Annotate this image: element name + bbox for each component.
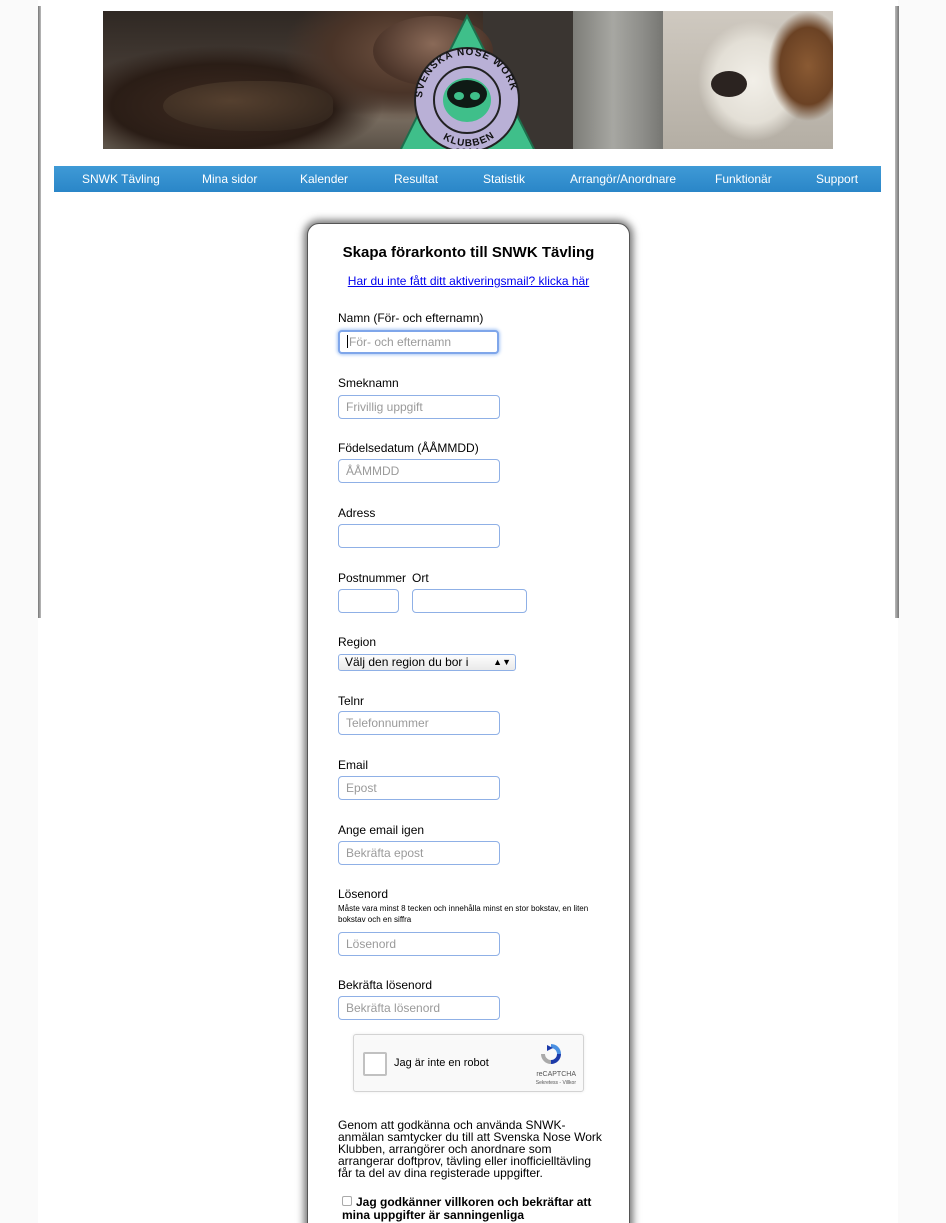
password-hint: Måste vara minst 8 tecken och innehålla … [338,904,589,924]
email-placeholder: Epost [346,781,377,795]
password2-input[interactable]: Bekräfta lösenord [338,996,500,1020]
nav-item-snwk-tavling[interactable]: SNWK Tävling [82,166,160,192]
password-placeholder: Lösenord [346,937,397,951]
recaptcha-brand: reCAPTCHA [536,1071,576,1078]
birth-label: Födelsedatum (ÅÅMMDD) [338,441,479,455]
nick-placeholder: Frivillig uppgift [346,400,423,414]
logo-year: 2014 [455,147,480,149]
password2-placeholder: Bekräfta lösenord [346,1001,441,1015]
select-arrows-icon: ▲▼ [493,657,511,667]
nav-item-kalender[interactable]: Kalender [300,166,348,192]
banner-wood-post [573,11,673,149]
wrapper-border-right [895,6,899,618]
name-label: Namn (För- och efternamn) [338,311,484,325]
phone-label: Telnr [338,694,365,708]
region-select[interactable]: Välj den region du bor i ▲▼ [338,654,516,671]
agree-checkbox[interactable] [342,1196,352,1206]
header-banner: SVENSKA NOSE WORK KLUBBEN 2014 [103,11,833,149]
nick-label: Smeknamn [338,376,399,390]
email-label: Email [338,758,369,772]
region-selected: Välj den region du bor i [345,655,469,669]
text-caret [347,335,348,348]
nav-item-support[interactable]: Support [816,166,858,192]
nav-item-statistik[interactable]: Statistik [483,166,525,192]
banner-dog-nose-right [711,71,747,97]
name-placeholder: För- och efternamn [349,335,452,349]
email2-label: Ange email igen [338,823,425,837]
address-input[interactable] [338,524,500,548]
nick-input[interactable]: Frivillig uppgift [338,395,500,419]
email-input[interactable]: Epost [338,776,500,800]
email2-input[interactable]: Bekräfta epost [338,841,500,865]
left-gutter [0,0,38,1223]
email2-placeholder: Bekräfta epost [346,846,424,860]
agree-label: Jag godkänner villkoren och bekräftar at… [342,1195,592,1222]
nav-item-mina-sidor[interactable]: Mina sidor [202,166,257,192]
password2-label: Bekräfta lösenord [338,978,433,992]
snwk-logo: SVENSKA NOSE WORK KLUBBEN 2014 [399,14,536,149]
form-title: Skapa förarkonto till SNWK Tävling [342,244,595,261]
banner-dog-paw [163,81,333,131]
recaptcha-logo-icon [541,1044,561,1064]
page: SVENSKA NOSE WORK KLUBBEN 2014 SNWK Tävl… [0,0,946,1223]
recaptcha-label: Jag är inte en robot [394,1057,489,1069]
password-input[interactable]: Lösenord [338,932,500,956]
recaptcha-widget: Jag är inte en robot reCAPTCHA Sekretess… [353,1034,584,1092]
city-label: Ort [412,571,429,585]
wrapper-border-left [38,6,41,618]
nav-item-arrangor[interactable]: Arrangör/Anordnare [570,166,676,192]
city-input[interactable] [412,589,527,613]
right-gutter [898,0,946,1223]
registration-card: Skapa förarkonto till SNWK Tävling Har d… [307,223,630,1223]
birth-placeholder: ÅÅMMDD [346,464,400,478]
agree-row: Jag godkänner villkoren och bekräftar at… [342,1196,602,1222]
address-label: Adress [338,506,376,520]
resend-activation-link[interactable]: Har du inte fått ditt aktiveringsmail? k… [308,274,629,288]
nav-item-funktionar[interactable]: Funktionär [715,166,772,192]
consent-text: Genom att godkänna och använda SNWK-anmä… [338,1118,602,1180]
birth-input[interactable]: ÅÅMMDD [338,459,500,483]
phone-placeholder: Telefonnummer [346,716,429,730]
zip-label: Postnummer [338,571,407,585]
recaptcha-terms[interactable]: Sekretess - Villkor [354,1080,576,1086]
name-input[interactable]: För- och efternamn [338,330,499,354]
nav-item-resultat[interactable]: Resultat [394,166,438,192]
main-nav: SNWK Tävling Mina sidor Kalender Resulta… [54,166,881,192]
password-label: Lösenord [338,887,389,901]
phone-input[interactable]: Telefonnummer [338,711,500,735]
region-label: Region [338,635,377,649]
zip-input[interactable] [338,589,399,613]
